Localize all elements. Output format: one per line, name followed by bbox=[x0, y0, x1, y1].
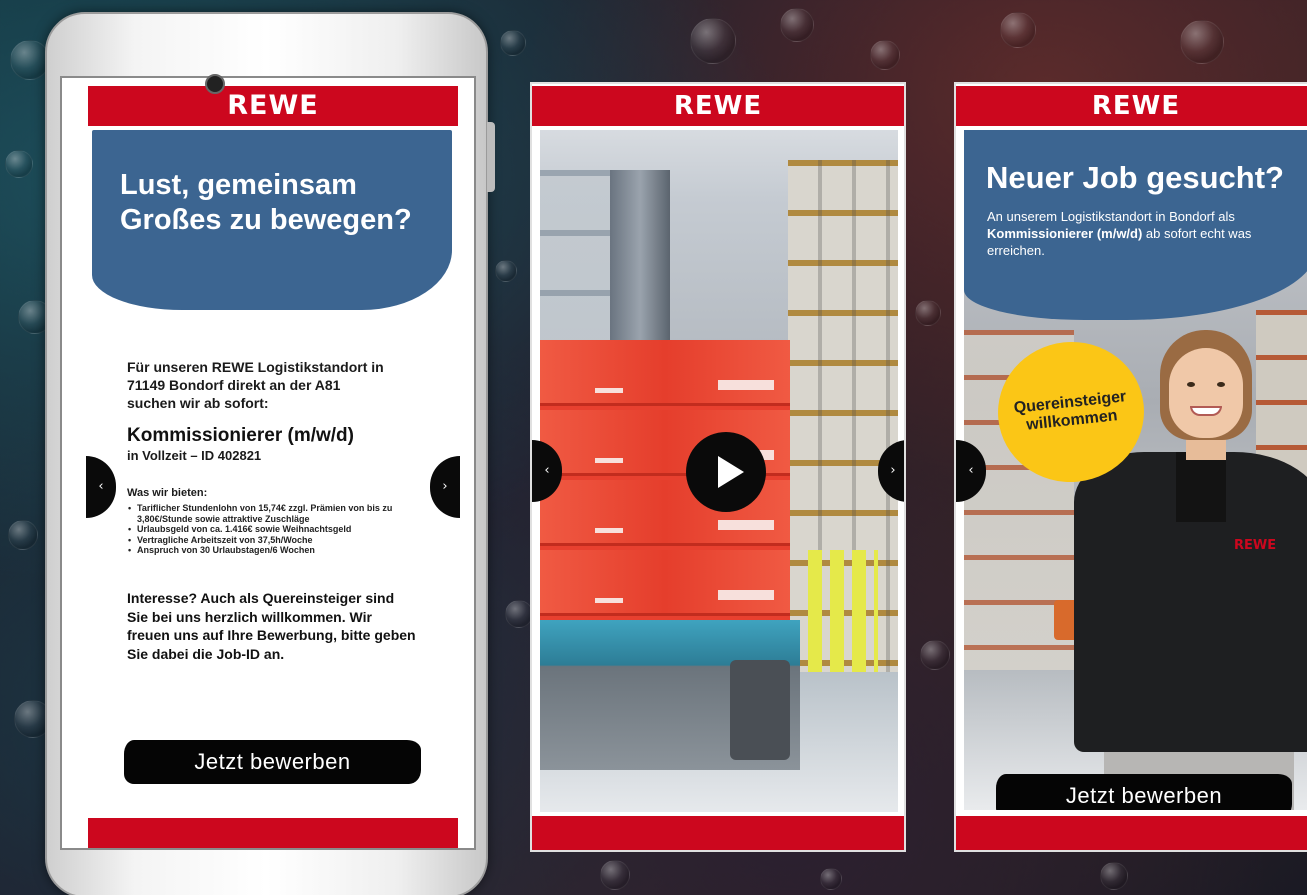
person-jacket bbox=[1074, 452, 1307, 752]
job-title: Kommissionierer (m/w/d) bbox=[127, 425, 354, 446]
yellow-rails bbox=[808, 550, 878, 680]
rewe-logo-header: REWE bbox=[532, 86, 904, 126]
apply-button[interactable]: Jetzt bewerben bbox=[996, 774, 1292, 810]
person-smile bbox=[1190, 406, 1222, 416]
red-footer-bar bbox=[532, 816, 904, 850]
offer-item: Vertragliche Arbeitszeit von 37,5h/Woche bbox=[128, 535, 428, 546]
panel1-headline: Lust, gemeinsam Großes zu bewegen? bbox=[120, 168, 450, 238]
panel3-headline: Neuer Job gesucht? bbox=[986, 160, 1284, 195]
offer-list: Tariflicher Stundenlohn von 15,74€ zzgl.… bbox=[128, 503, 428, 556]
red-footer-bar bbox=[956, 816, 1307, 850]
headline-line-2: Großes zu bewegen? bbox=[120, 204, 412, 236]
panel1-intro: Für unseren REWE Logistikstandort in 711… bbox=[127, 358, 417, 412]
text-part-1: An unserem Logistikstandort in Bondorf a… bbox=[987, 209, 1235, 224]
job-panel: REWE REWE Neuer Job gesucht? An unserem … bbox=[954, 82, 1307, 852]
interest-text: Interesse? Auch als Quereinsteiger sind … bbox=[127, 590, 416, 662]
chevron-right-icon[interactable]: › bbox=[430, 456, 460, 518]
rewe-logo-header: REWE bbox=[88, 86, 458, 126]
rewe-logo-header: REWE bbox=[956, 86, 1307, 126]
apply-button[interactable]: Jetzt bewerben bbox=[124, 740, 421, 784]
warehouse-video[interactable] bbox=[540, 130, 898, 812]
jacket-logo: REWE bbox=[1234, 538, 1277, 553]
offer-title: Was wir bieten: bbox=[127, 487, 208, 499]
forklift-base bbox=[540, 620, 800, 770]
panel3-text: An unserem Logistikstandort in Bondorf a… bbox=[987, 208, 1307, 259]
offer-item: Anspruch von 30 Urlaubstagen/6 Wochen bbox=[128, 545, 428, 556]
red-footer-bar bbox=[88, 818, 458, 848]
text-bold: Kommissionierer (m/w/d) bbox=[987, 226, 1143, 241]
offer-item: Tariflicher Stundenlohn von 15,74€ zzgl.… bbox=[128, 503, 428, 524]
chevron-left-icon[interactable]: ‹ bbox=[86, 456, 116, 518]
crate-row bbox=[540, 550, 790, 616]
video-panel: REWE ‹ › bbox=[530, 82, 906, 852]
headline-line-1: Lust, gemeinsam bbox=[120, 169, 357, 201]
warehouse-photo: REWE Neuer Job gesucht? An unserem Logis… bbox=[964, 130, 1307, 810]
phone-screen: REWE Lust, gemeinsam Großes zu bewegen? … bbox=[60, 76, 476, 850]
offer-item: Urlaubsgeld von ca. 1.416€ sowie Weihnac… bbox=[128, 524, 428, 535]
intro-line-2: 71149 Bondorf direkt an der A81 bbox=[127, 377, 341, 393]
intro-line-3: suchen wir ab sofort: bbox=[127, 395, 269, 411]
camera-icon bbox=[205, 74, 225, 94]
job-subtitle: in Vollzeit – ID 402821 bbox=[127, 448, 262, 463]
crate-row bbox=[540, 340, 790, 406]
phone-side-button bbox=[487, 122, 495, 192]
play-icon[interactable] bbox=[686, 432, 766, 512]
person-face bbox=[1169, 348, 1243, 438]
phone-mockup: REWE Lust, gemeinsam Großes zu bewegen? … bbox=[45, 12, 495, 895]
intro-line-1: Für unseren REWE Logistikstandort in bbox=[127, 359, 384, 375]
